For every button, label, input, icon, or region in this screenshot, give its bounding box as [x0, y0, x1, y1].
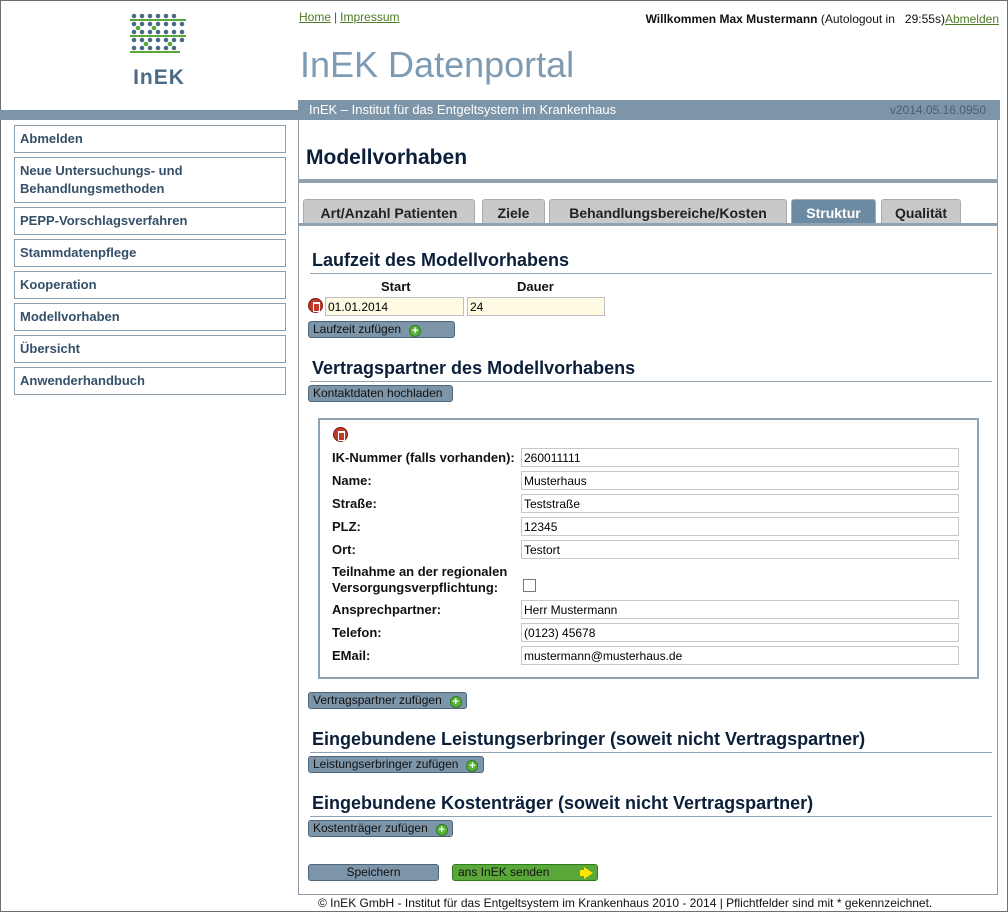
sidebar-item-kooperation[interactable]: Kooperation	[14, 271, 286, 299]
page-title: Modellvorhaben	[306, 146, 468, 169]
top-links: Home | Impressum	[299, 10, 399, 24]
plz-label: PLZ:	[332, 519, 361, 534]
sidebar-item-stammdaten[interactable]: Stammdatenpflege	[14, 239, 286, 267]
delete-partner-icon[interactable]	[333, 427, 348, 442]
sidebar-item-modellvorhaben[interactable]: Modellvorhaben	[14, 303, 286, 331]
kostentraeger-add-button[interactable]: Kostenträger zufügen +	[308, 820, 453, 837]
ort-input[interactable]	[521, 540, 959, 559]
laufzeit-add-button[interactable]: Laufzeit zufügen +	[308, 321, 455, 338]
leistungserbringer-rule	[310, 752, 992, 753]
name-input[interactable]	[521, 471, 959, 490]
kostentraeger-heading: Eingebundene Kostenträger (soweit nicht …	[312, 793, 814, 813]
logout-link[interactable]: Abmelden	[945, 12, 999, 26]
start-date-input[interactable]	[325, 297, 464, 316]
send-button-label: ans InEK senden	[458, 865, 550, 879]
user-info: Willkommen Max Mustermann (Autologout in…	[646, 12, 999, 26]
institute-name: InEK – Institut für das Entgeltsystem im…	[309, 102, 617, 117]
versorgungsverpflichtung-checkbox[interactable]	[523, 579, 536, 592]
autologout-timer: 29:55s)	[904, 12, 945, 26]
home-link[interactable]: Home	[299, 10, 331, 24]
send-to-inek-button[interactable]: ans InEK senden	[452, 864, 598, 881]
sidebar-item-handbuch[interactable]: Anwenderhandbuch	[14, 367, 286, 395]
sidebar-item-pepp[interactable]: PEPP-Vorschlagsverfahren	[14, 207, 286, 235]
link-separator: |	[334, 10, 338, 24]
ik-input[interactable]	[521, 448, 959, 467]
portal-title: InEK Datenportal	[300, 44, 575, 85]
plz-input[interactable]	[521, 517, 959, 536]
impressum-link[interactable]: Impressum	[340, 10, 399, 24]
header-band-left	[0, 110, 298, 120]
ansprechpartner-label: Ansprechpartner:	[332, 602, 442, 617]
arrow-right-icon	[584, 867, 593, 879]
leistungserbringer-add-label: Leistungserbringer zufügen	[313, 757, 459, 771]
start-column-header: Start	[381, 279, 411, 294]
telefon-label: Telefon:	[332, 625, 382, 640]
vertragspartner-rule	[310, 381, 992, 382]
laufzeit-heading: Laufzeit des Modellvorhabens	[312, 250, 570, 270]
email-input[interactable]	[521, 646, 959, 665]
save-button[interactable]: Speichern	[308, 864, 439, 881]
dauer-column-header: Dauer	[517, 279, 554, 294]
ik-label: IK-Nummer (falls vorhanden):	[332, 450, 515, 465]
tab-qualitaet[interactable]: Qualität	[881, 199, 961, 223]
ort-label: Ort:	[332, 542, 356, 557]
strasse-label: Straße:	[332, 496, 377, 511]
teilnahme-label-line1: Teilnahme an der regionalen	[332, 564, 508, 579]
tab-struktur[interactable]: Struktur	[791, 199, 876, 223]
title-divider	[299, 179, 998, 183]
ansprechpartner-input[interactable]	[521, 600, 959, 619]
add-plus-icon: +	[449, 696, 462, 708]
add-plus-icon: +	[466, 760, 479, 772]
logo-dots-graphic	[130, 13, 186, 53]
email-label: EMail:	[332, 648, 371, 663]
sidebar-nav: Abmelden Neue Untersuchungs- und Behandl…	[14, 125, 286, 399]
welcome-text: Willkommen Max Mustermann	[645, 12, 818, 26]
kontaktdaten-upload-button[interactable]: Kontaktdaten hochladen	[308, 385, 453, 402]
vertragspartner-add-button[interactable]: Vertragspartner zufügen +	[308, 692, 467, 709]
sidebar-item-abmelden[interactable]: Abmelden	[14, 125, 286, 153]
leistungserbringer-heading: Eingebundene Leistungserbringer (soweit …	[312, 729, 866, 749]
footer-text: © InEK GmbH - Institut für das Entgeltsy…	[318, 896, 933, 910]
kostentraeger-rule	[310, 816, 992, 817]
kostentraeger-add-label: Kostenträger zufügen	[313, 821, 428, 835]
telefon-input[interactable]	[521, 623, 959, 642]
autologout-text: (Autologout in	[820, 12, 895, 26]
tab-behandlungsbereiche-kosten[interactable]: Behandlungsbereiche/Kosten	[549, 199, 787, 223]
tab-divider	[299, 223, 998, 226]
laufzeit-rule	[310, 273, 992, 274]
header-band: InEK – Institut für das Entgeltsystem im…	[298, 100, 1000, 120]
teilnahme-label-line2: Versorgungsverpflichtung:	[332, 580, 499, 595]
vertragspartner-add-label: Vertragspartner zufügen	[313, 693, 442, 707]
vertragspartner-heading: Vertragspartner des Modellvorhabens	[312, 358, 636, 378]
tab-ziele[interactable]: Ziele	[482, 199, 545, 223]
sidebar-item-nub[interactable]: Neue Untersuchungs- und Behandlungsmetho…	[14, 157, 286, 203]
logo-text: InEK	[133, 66, 185, 89]
name-label: Name:	[332, 473, 372, 488]
add-plus-icon: +	[435, 824, 448, 836]
add-plus-icon: +	[409, 325, 422, 337]
leistungserbringer-add-button[interactable]: Leistungserbringer zufügen +	[308, 756, 484, 773]
laufzeit-add-label: Laufzeit zufügen	[313, 322, 402, 336]
inek-logo: InEK	[124, 8, 194, 90]
version-label: v2014.05.16.0950	[889, 103, 986, 117]
sidebar-item-uebersicht[interactable]: Übersicht	[14, 335, 286, 363]
delete-laufzeit-icon[interactable]	[308, 298, 323, 313]
tab-art-anzahl-patienten[interactable]: Art/Anzahl Patienten	[303, 199, 475, 223]
strasse-input[interactable]	[521, 494, 959, 513]
dauer-input[interactable]	[467, 297, 605, 316]
